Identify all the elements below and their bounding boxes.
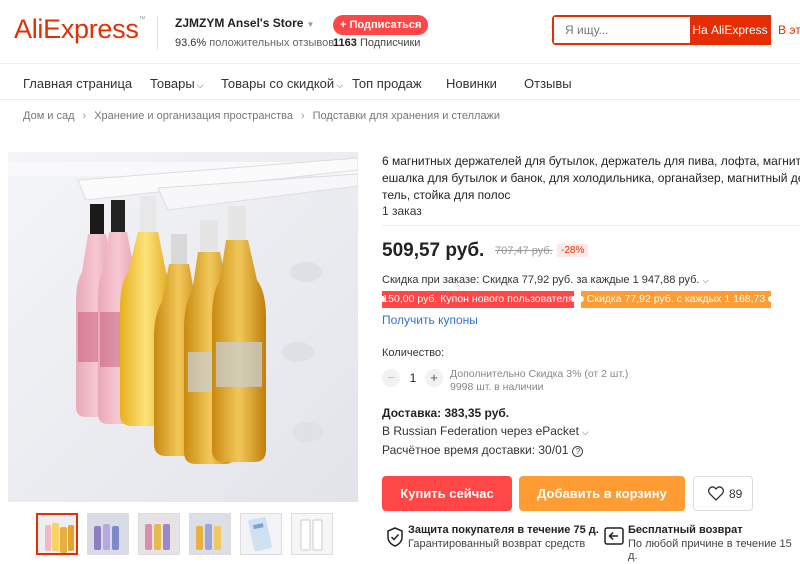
header: AliExpress™ ZJMZYM Ansel's Store ▼ 93.6% … xyxy=(0,0,800,64)
breadcrumb-item[interactable]: Хранение и организация пространства xyxy=(94,110,293,122)
nav-home[interactable]: Главная страница xyxy=(23,76,132,91)
search-aliexpress-button[interactable]: На AliExpress xyxy=(690,15,770,45)
product-title-line: ешалка для бутылок и банок, для холодиль… xyxy=(382,171,800,185)
product-title-line: тель, стойка для полос xyxy=(382,188,511,202)
quantity-minus-button[interactable]: − xyxy=(382,369,400,387)
quantity-value[interactable]: 1 xyxy=(405,371,421,385)
get-coupons-link[interactable]: Получить купоны xyxy=(382,313,478,327)
search-store-button[interactable]: В эт xyxy=(770,15,800,45)
thumbnail-1[interactable] xyxy=(36,513,78,555)
order-discount[interactable]: Скидка при заказе: Скидка 77,92 руб. за … xyxy=(382,274,709,286)
buy-now-button[interactable]: Купить сейчас xyxy=(382,476,512,511)
store-name[interactable]: ZJMZYM Ansel's Store ▼ xyxy=(175,16,314,30)
quantity-label: Количество: xyxy=(382,347,445,359)
thumbnail-5[interactable] xyxy=(240,513,282,555)
return-icon xyxy=(604,527,624,545)
header-divider xyxy=(157,16,158,50)
orders-count: 1 заказ xyxy=(382,204,422,218)
heart-icon xyxy=(708,486,724,501)
stock-count: 9998 шт. в наличии xyxy=(450,381,544,393)
nav-reviews[interactable]: Отзывы xyxy=(524,76,572,91)
product-title-line: 6 магнитных держателей для бутылок, держ… xyxy=(382,154,800,168)
breadcrumb: Дом и сад › Хранение и организация простра… xyxy=(23,110,500,122)
chevron-right-icon: › xyxy=(82,110,87,122)
free-return-title: Бесплатный возврат xyxy=(628,524,743,536)
shipping-eta: Расчётное время доставки: 30/01? xyxy=(382,443,584,457)
chevron-down-icon: ⌵ xyxy=(581,427,589,437)
chevron-down-icon: ⌵ xyxy=(336,80,344,90)
aliexpress-logo[interactable]: AliExpress™ xyxy=(14,14,146,45)
buyer-protection-title: Защита покупателя в течение 75 д. xyxy=(408,524,599,536)
divider xyxy=(382,225,800,226)
extra-discount: Дополнительно Скидка 3% (от 2 шт.) xyxy=(450,368,629,380)
store-rating: 93.6% положительных отзывов xyxy=(175,37,335,49)
thumbnail-image xyxy=(139,514,179,554)
discount-badge: -28% xyxy=(557,244,589,257)
nav-sale[interactable]: Товары со скидкой ⌵ xyxy=(221,76,343,91)
shipping-route[interactable]: В Russian Federation через ePacket ⌵ xyxy=(382,424,589,438)
thumbnail-4[interactable] xyxy=(189,513,231,555)
product-photo xyxy=(8,152,358,502)
wishlist-count: 89 xyxy=(729,487,743,501)
product-title: 6 магнитных держателей для бутылок, держ… xyxy=(382,153,800,204)
thumbnail-image xyxy=(190,514,230,554)
thumbnail-6[interactable] xyxy=(291,513,333,555)
shipping-price: Доставка: 383,35 руб. xyxy=(382,406,510,420)
chevron-down-icon: ⌵ xyxy=(196,80,204,90)
breadcrumb-item[interactable]: Подставки для хранения и стеллажи xyxy=(313,110,500,122)
subscribe-button[interactable]: + Подписаться xyxy=(333,15,429,35)
product-main-image[interactable] xyxy=(8,152,358,502)
shield-icon xyxy=(387,527,403,547)
add-to-cart-button[interactable]: Добавить в корзину xyxy=(519,476,685,511)
wishlist-button[interactable]: 89 xyxy=(693,476,753,511)
search-box: На AliExpress В эт xyxy=(552,15,800,45)
thumbnail-3[interactable] xyxy=(138,513,180,555)
buyer-protection-subtitle: Гарантированный возврат средств xyxy=(408,538,586,550)
thumbnail-image xyxy=(88,514,128,554)
old-price: 707,47 руб. xyxy=(495,245,553,257)
chevron-down-icon: ⌵ xyxy=(702,276,709,285)
thumbnail-2[interactable] xyxy=(87,513,129,555)
quantity-plus-button[interactable]: + xyxy=(425,369,443,387)
free-return-subtitle: По любой причине в течение 15 д. xyxy=(628,538,792,562)
followers-count: 1163 Подписчики xyxy=(333,37,421,49)
store-nav: Главная страница Товары ⌵ Товары со скидк… xyxy=(0,65,800,100)
nav-top-sellers[interactable]: Топ продаж xyxy=(352,76,422,91)
nav-new[interactable]: Новинки xyxy=(446,76,497,91)
coupon-new-user[interactable]: 150,00 руб. Купон нового пользователя xyxy=(379,291,577,308)
chevron-right-icon: › xyxy=(300,110,305,122)
thumbnail-image xyxy=(292,514,332,554)
help-icon[interactable]: ? xyxy=(572,446,584,457)
search-input[interactable] xyxy=(554,17,688,43)
current-price: 509,57 руб. xyxy=(382,240,485,261)
breadcrumb-item[interactable]: Дом и сад xyxy=(23,110,75,122)
chevron-down-icon: ▼ xyxy=(306,20,315,29)
coupon-store[interactable]: Скидка 77,92 руб. с каждых 1 168,73 руб. xyxy=(578,291,774,322)
nav-products[interactable]: Товары ⌵ xyxy=(150,76,204,91)
thumbnail-image xyxy=(38,515,76,553)
thumbnail-image xyxy=(241,514,281,554)
